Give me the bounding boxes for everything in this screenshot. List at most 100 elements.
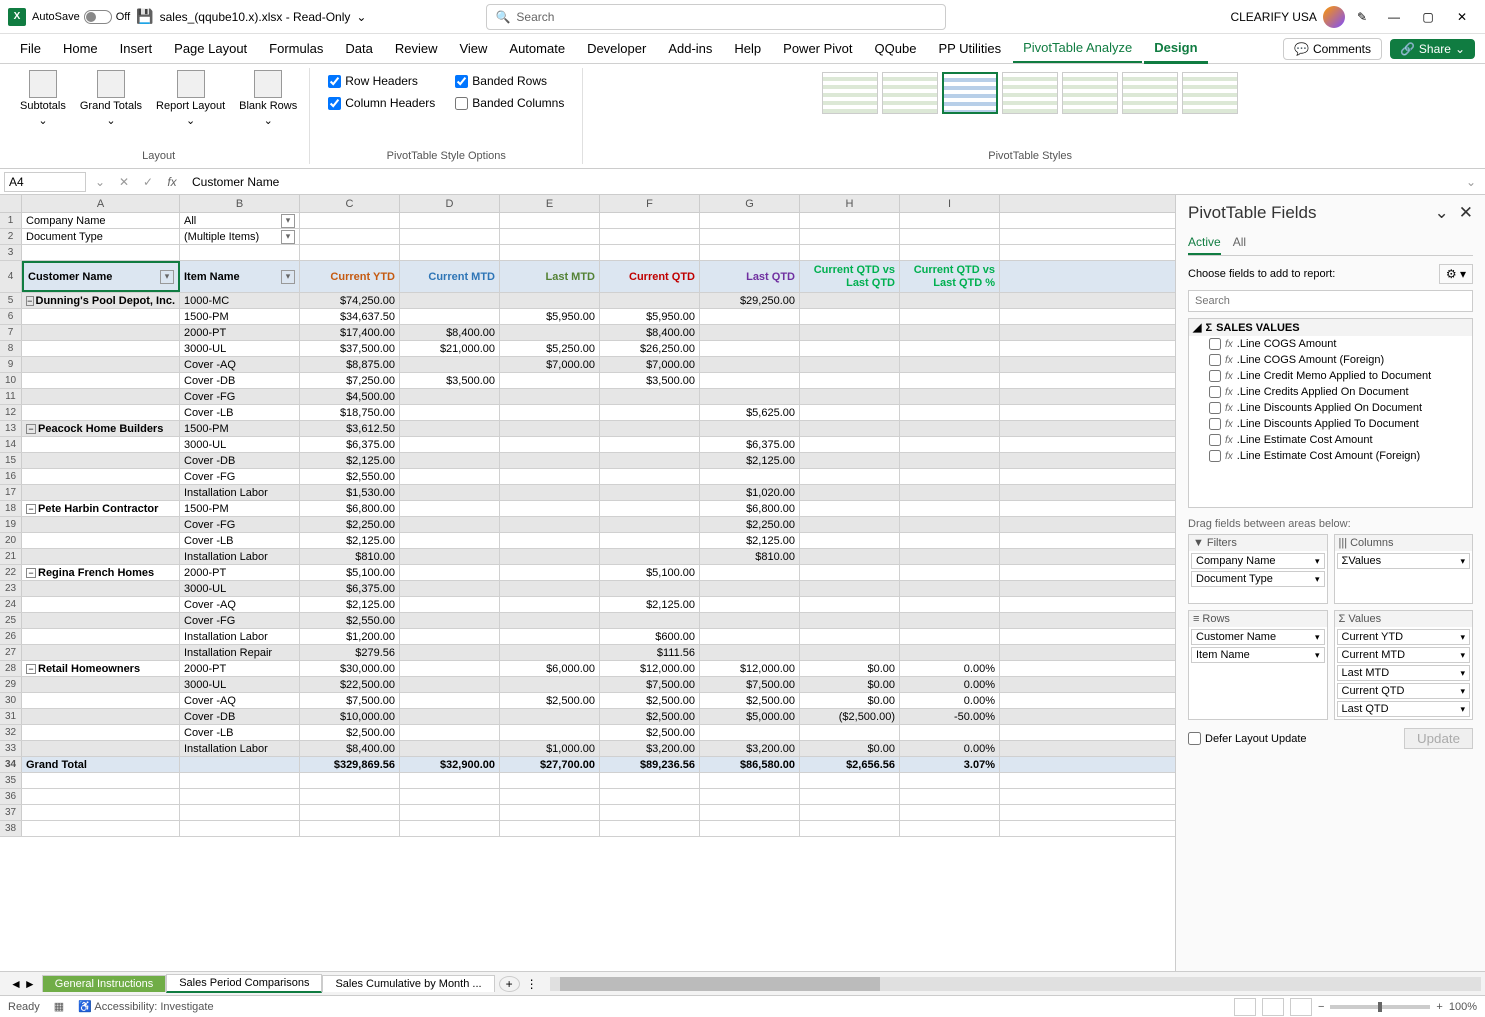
cell[interactable]: [400, 789, 500, 804]
cell[interactable]: $34,637.50: [300, 309, 400, 324]
tab-qqube[interactable]: QQube: [865, 35, 927, 62]
cell[interactable]: [900, 549, 1000, 564]
cell[interactable]: [22, 549, 180, 564]
area-item[interactable]: Current MTD▾: [1337, 647, 1471, 663]
cell[interactable]: [400, 597, 500, 612]
cell-selected[interactable]: Customer Name▾: [22, 261, 180, 292]
cell[interactable]: $89,236.56: [600, 757, 700, 772]
cell[interactable]: $2,656.56: [800, 757, 900, 772]
comments-button[interactable]: 💬 Comments: [1283, 38, 1382, 60]
cell[interactable]: [800, 597, 900, 612]
row-header[interactable]: 16: [0, 469, 22, 484]
style-thumb[interactable]: [1122, 72, 1178, 114]
cell[interactable]: [400, 661, 500, 676]
enter-icon[interactable]: ✓: [138, 175, 158, 189]
cell[interactable]: $0.00: [800, 677, 900, 692]
cell[interactable]: $0.00: [800, 661, 900, 676]
cell[interactable]: [400, 693, 500, 708]
cell[interactable]: [22, 741, 180, 756]
cell[interactable]: $1,020.00: [700, 485, 800, 500]
cell[interactable]: Installation Labor: [180, 549, 300, 564]
row-header[interactable]: 32: [0, 725, 22, 740]
field-checkbox[interactable]: [1209, 450, 1221, 462]
cell[interactable]: [22, 821, 180, 836]
dropdown-icon[interactable]: ▾: [1460, 632, 1465, 643]
cell[interactable]: Installation Labor: [180, 741, 300, 756]
cell[interactable]: 2000-PT: [180, 565, 300, 580]
cell[interactable]: $0.00: [800, 741, 900, 756]
collapse-icon[interactable]: ◢: [1193, 321, 1201, 334]
cell[interactable]: [800, 437, 900, 452]
row-header[interactable]: 6: [0, 309, 22, 324]
cell[interactable]: $5,100.00: [600, 565, 700, 580]
cell[interactable]: [800, 613, 900, 628]
search-input[interactable]: 🔍 Search: [486, 4, 946, 30]
cell[interactable]: $3,612.50: [300, 421, 400, 436]
cell[interactable]: 1500-PM: [180, 501, 300, 516]
cell[interactable]: [800, 725, 900, 740]
cell[interactable]: [500, 677, 600, 692]
cell[interactable]: [180, 245, 300, 260]
cell[interactable]: [22, 709, 180, 724]
cell[interactable]: −Peacock Home Builders: [22, 421, 180, 436]
cell[interactable]: [500, 565, 600, 580]
tab-design[interactable]: Design: [1144, 34, 1207, 64]
add-sheet-button[interactable]: +: [499, 976, 520, 992]
zoom-out-button[interactable]: −: [1318, 1001, 1324, 1013]
col-header[interactable]: B: [180, 195, 300, 212]
col-header[interactable]: A: [22, 195, 180, 212]
cell[interactable]: $7,500.00: [600, 677, 700, 692]
cell[interactable]: [800, 629, 900, 644]
cell[interactable]: $8,875.00: [300, 357, 400, 372]
cell[interactable]: $3,200.00: [700, 741, 800, 756]
cell[interactable]: [22, 437, 180, 452]
cell[interactable]: $2,125.00: [700, 453, 800, 468]
field-item[interactable]: fx.Line Discounts Applied On Document: [1189, 400, 1472, 416]
cell[interactable]: [600, 517, 700, 532]
namebox-dropdown[interactable]: ⌄: [90, 175, 110, 189]
row-header[interactable]: 38: [0, 821, 22, 836]
cell[interactable]: $2,500.00: [600, 725, 700, 740]
tab-view[interactable]: View: [449, 35, 497, 62]
col-headers-check[interactable]: Column Headers: [328, 94, 435, 112]
cell[interactable]: [600, 229, 700, 244]
cell[interactable]: [500, 773, 600, 788]
cell[interactable]: [400, 293, 500, 308]
cell[interactable]: [600, 549, 700, 564]
cell[interactable]: [180, 773, 300, 788]
cell[interactable]: [500, 213, 600, 228]
cell[interactable]: [600, 453, 700, 468]
cell[interactable]: [400, 565, 500, 580]
dropdown-icon[interactable]: ▾: [1460, 704, 1465, 715]
cell[interactable]: [22, 325, 180, 340]
grand-totals-button[interactable]: Grand Totals⌄: [76, 68, 146, 129]
cell[interactable]: [700, 789, 800, 804]
row-header[interactable]: 5: [0, 293, 22, 308]
normal-view-button[interactable]: [1234, 998, 1256, 1016]
cell[interactable]: [400, 421, 500, 436]
cell[interactable]: [900, 821, 1000, 836]
cell[interactable]: [400, 533, 500, 548]
subtotals-button[interactable]: Subtotals⌄: [16, 68, 70, 129]
cell[interactable]: [900, 725, 1000, 740]
cell[interactable]: Cover -AQ: [180, 357, 300, 372]
cell[interactable]: $5,100.00: [300, 565, 400, 580]
cell[interactable]: [500, 645, 600, 660]
cell[interactable]: [600, 821, 700, 836]
style-gallery[interactable]: [818, 68, 1242, 118]
cell[interactable]: [900, 389, 1000, 404]
col-header[interactable]: C: [300, 195, 400, 212]
area-item[interactable]: Current QTD▾: [1337, 683, 1471, 699]
cell[interactable]: $2,500.00: [300, 725, 400, 740]
cell[interactable]: [500, 245, 600, 260]
cell[interactable]: [500, 533, 600, 548]
cell[interactable]: [800, 821, 900, 836]
cell[interactable]: [700, 341, 800, 356]
cell[interactable]: $32,900.00: [400, 757, 500, 772]
style-thumb[interactable]: [1062, 72, 1118, 114]
cell[interactable]: $7,500.00: [700, 677, 800, 692]
cell[interactable]: $600.00: [600, 629, 700, 644]
cell[interactable]: [400, 309, 500, 324]
col-header[interactable]: D: [400, 195, 500, 212]
cell[interactable]: [800, 469, 900, 484]
